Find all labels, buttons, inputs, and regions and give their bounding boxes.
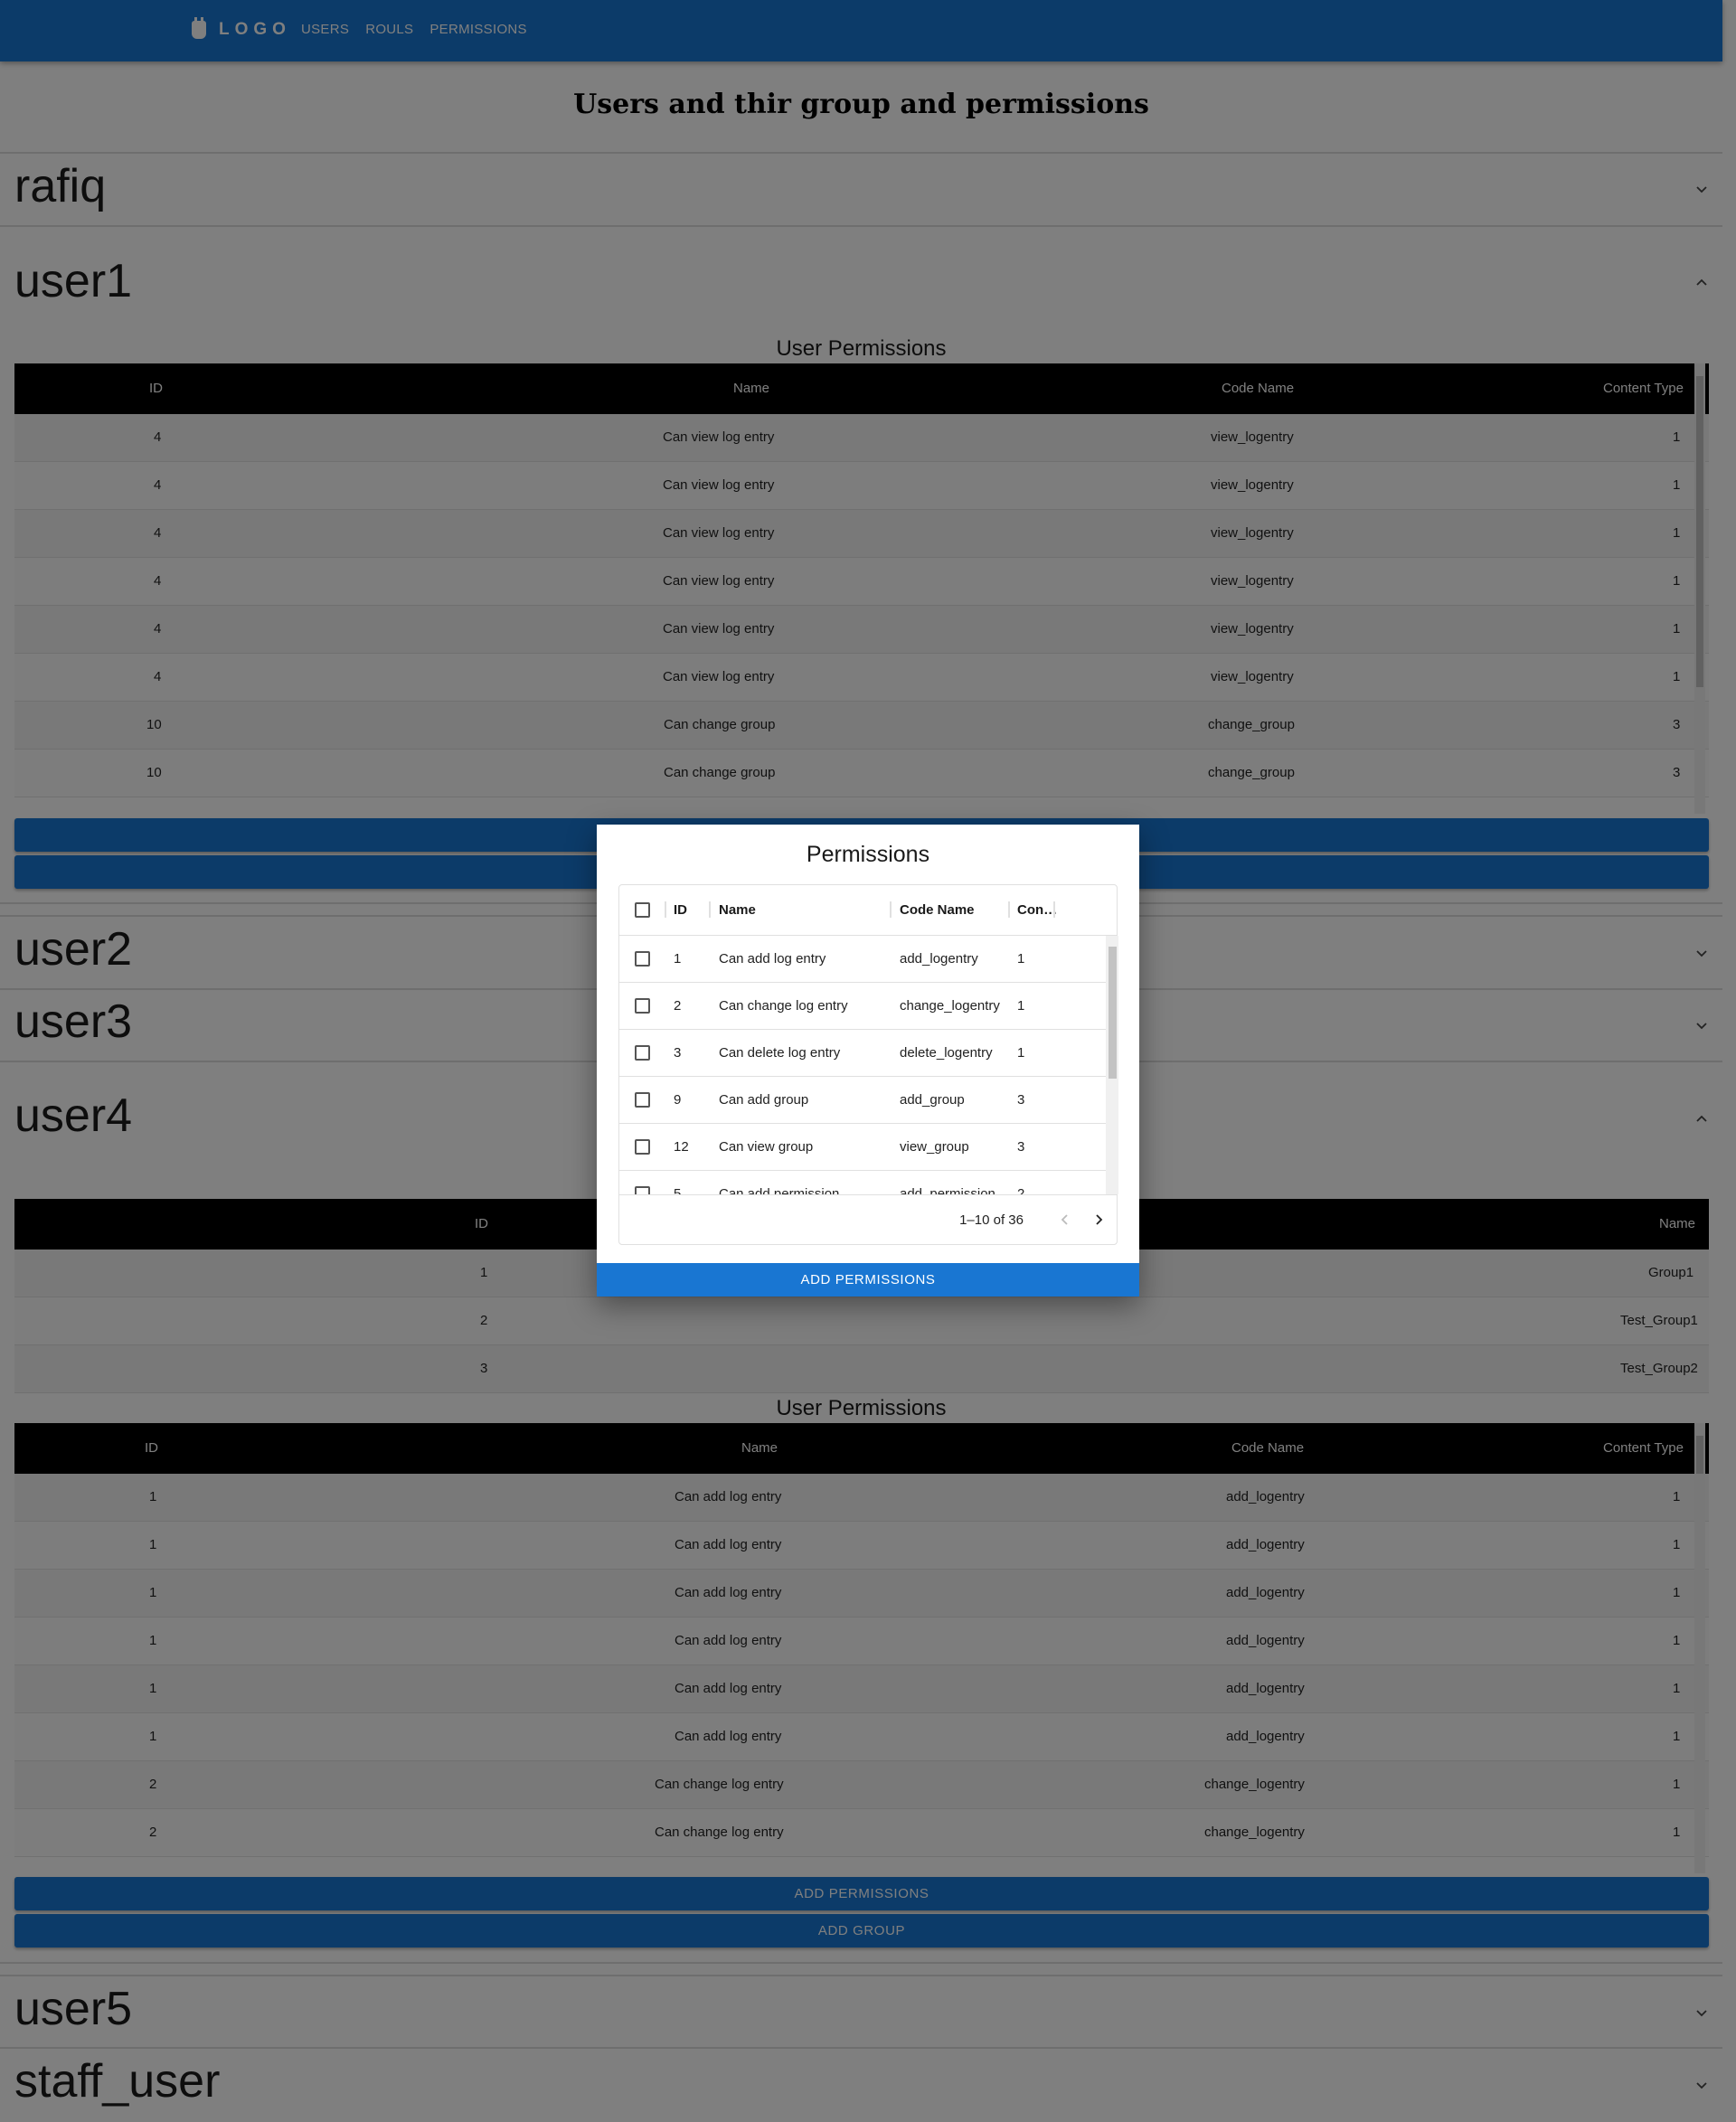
permissions-modal: Permissions ID Name Code Name Con… 1 Can … <box>597 825 1139 1297</box>
grid-row[interactable]: 5 Can add permission add_permission 2 <box>619 1171 1106 1194</box>
column-separator[interactable] <box>665 901 666 918</box>
cell-code-name: delete_logentry <box>900 1045 993 1061</box>
grid-row[interactable]: 9 Can add group add_group 3 <box>619 1077 1106 1124</box>
column-separator[interactable] <box>890 901 892 918</box>
modal-title: Permissions <box>806 842 930 867</box>
grid-header: ID Name Code Name Con… <box>619 885 1117 936</box>
cell-content-type: 2 <box>1017 1186 1025 1194</box>
cell-content-type: 1 <box>1017 1045 1025 1061</box>
grid-row[interactable]: 2 Can change log entry change_logentry 1 <box>619 983 1106 1030</box>
cell-id: 9 <box>674 1092 682 1108</box>
row-checkbox[interactable] <box>635 951 650 967</box>
cell-name: Can add log entry <box>719 951 826 967</box>
cell-name: Can change log entry <box>719 998 848 1014</box>
cell-content-type: 1 <box>1017 951 1025 967</box>
column-separator[interactable] <box>1008 901 1010 918</box>
cell-code-name: add_permission <box>900 1186 995 1194</box>
cell-id: 12 <box>674 1139 689 1155</box>
cell-id: 5 <box>674 1186 682 1194</box>
cell-name: Can add permission <box>719 1186 840 1194</box>
cell-name: Can view group <box>719 1139 814 1155</box>
grid-col-name[interactable]: Name <box>719 902 756 918</box>
grid-footer: 1–10 of 36 <box>619 1194 1117 1245</box>
chevron-right-icon[interactable] <box>1090 1211 1108 1229</box>
scrollbar-thumb[interactable] <box>1109 947 1117 1079</box>
cell-code-name: view_group <box>900 1139 969 1155</box>
cell-name: Can add group <box>719 1092 809 1108</box>
modal-add-permissions-button[interactable]: ADD PERMISSIONS <box>597 1263 1139 1297</box>
row-checkbox[interactable] <box>635 998 650 1014</box>
cell-id: 3 <box>674 1045 682 1061</box>
grid-row[interactable]: 1 Can add log entry add_logentry 1 <box>619 936 1106 983</box>
chevron-left-icon[interactable] <box>1056 1211 1074 1229</box>
select-all-checkbox[interactable] <box>635 902 650 918</box>
cell-name: Can delete log entry <box>719 1045 841 1061</box>
cell-id: 1 <box>674 951 682 967</box>
grid-scrollbar[interactable] <box>1106 936 1118 1194</box>
cell-content-type: 3 <box>1017 1139 1025 1155</box>
grid-col-content-type[interactable]: Con… <box>1017 902 1057 918</box>
row-checkbox[interactable] <box>635 1045 650 1061</box>
column-separator[interactable] <box>709 901 711 918</box>
pagination-text: 1–10 of 36 <box>959 1212 1024 1228</box>
cell-code-name: change_logentry <box>900 998 1000 1014</box>
cell-code-name: add_logentry <box>900 951 978 967</box>
column-separator[interactable] <box>1053 901 1055 918</box>
grid-row[interactable]: 3 Can delete log entry delete_logentry 1 <box>619 1030 1106 1077</box>
grid-row[interactable]: 12 Can view group view_group 3 <box>619 1124 1106 1171</box>
row-checkbox[interactable] <box>635 1092 650 1108</box>
cell-code-name: add_group <box>900 1092 965 1108</box>
grid-col-code-name[interactable]: Code Name <box>900 902 975 918</box>
cell-id: 2 <box>674 998 682 1014</box>
grid-body: 1 Can add log entry add_logentry 1 2 Can cha… <box>619 936 1118 1194</box>
cell-content-type: 3 <box>1017 1092 1025 1108</box>
grid-col-id[interactable]: ID <box>674 902 687 918</box>
row-checkbox[interactable] <box>635 1186 650 1194</box>
row-checkbox[interactable] <box>635 1139 650 1155</box>
cell-content-type: 1 <box>1017 998 1025 1014</box>
permissions-grid: ID Name Code Name Con… 1 Can add log entr… <box>618 884 1118 1245</box>
